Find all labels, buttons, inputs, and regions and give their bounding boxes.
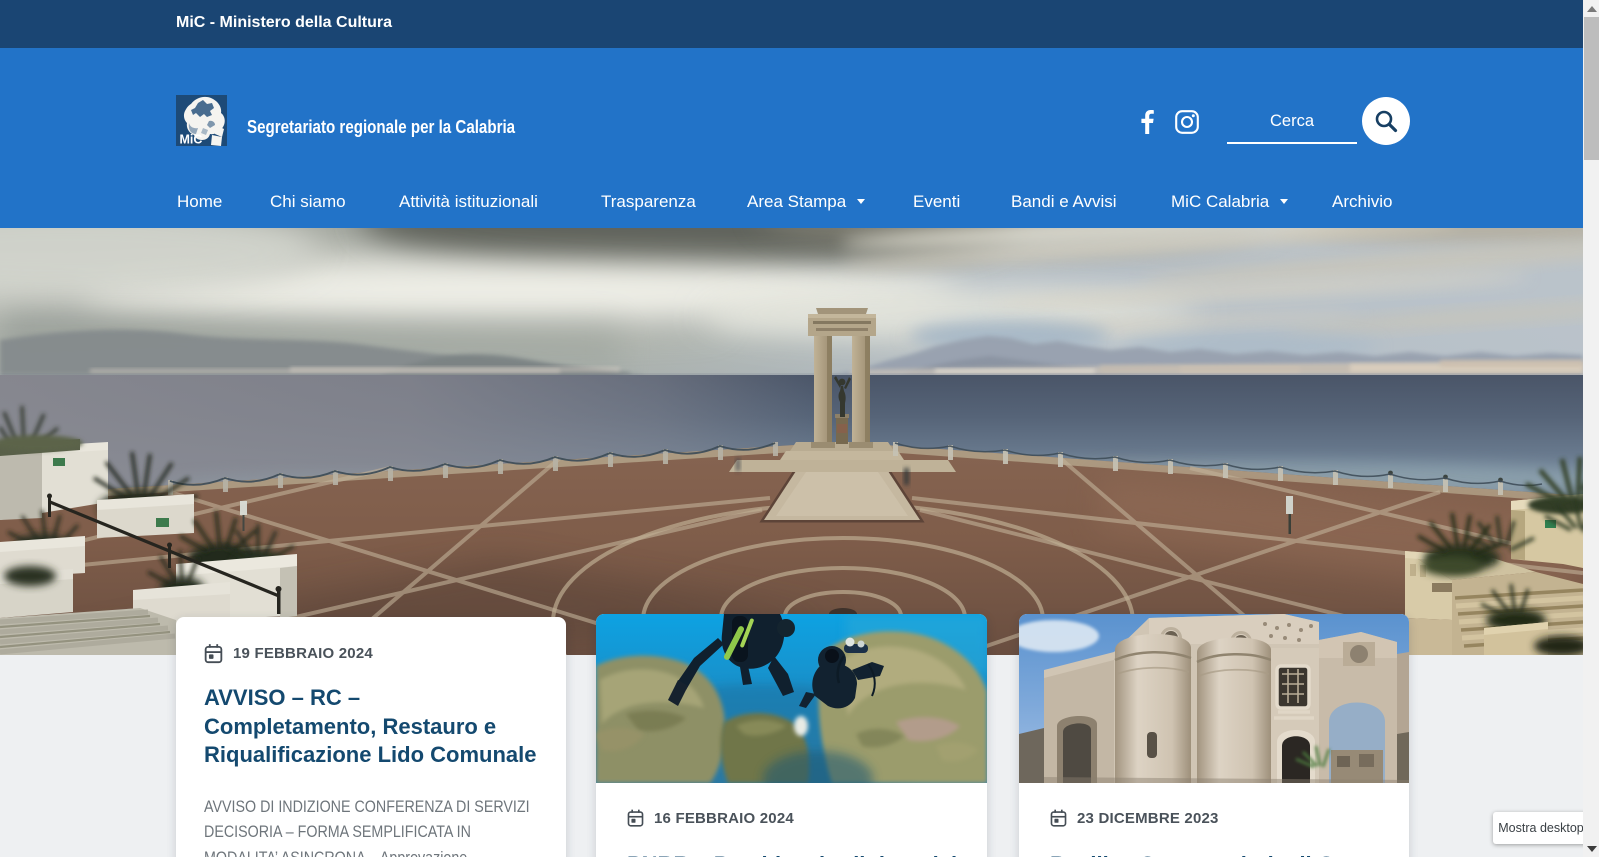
svg-text:MiC: MiC (180, 133, 203, 147)
